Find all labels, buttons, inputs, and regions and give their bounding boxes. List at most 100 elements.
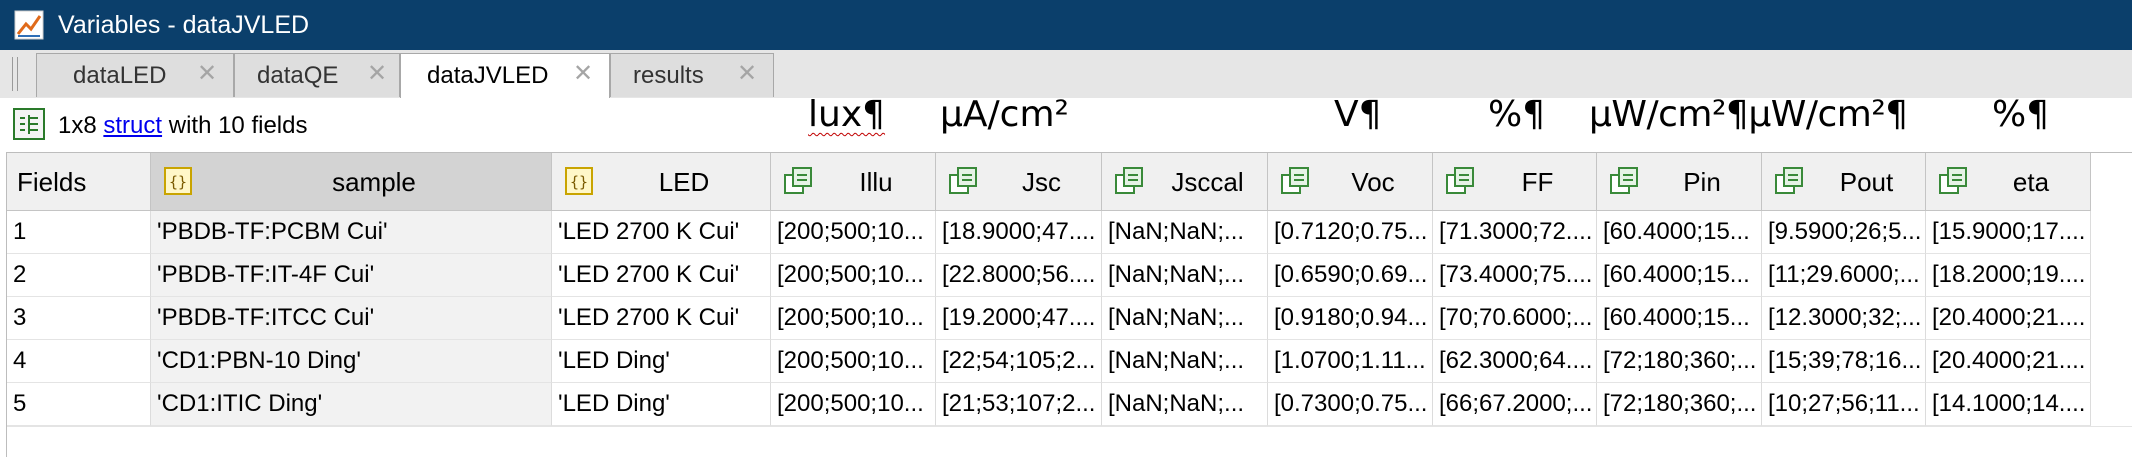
table-cell[interactable]: [200;500;10... bbox=[771, 383, 936, 426]
struct-info-icon[interactable] bbox=[13, 108, 45, 140]
table-cell[interactable]: [70;70.6000;... bbox=[1433, 297, 1597, 340]
tab-label: results bbox=[633, 62, 704, 89]
table-cell[interactable]: [21;53;107;2... bbox=[936, 383, 1102, 426]
column-header-jsccal[interactable]: Jsccal bbox=[1102, 153, 1268, 211]
table-cell[interactable]: [NaN;NaN;... bbox=[1102, 211, 1268, 254]
table-cell[interactable]: [200;500;10... bbox=[771, 211, 936, 254]
table-cell[interactable]: 3 bbox=[7, 297, 151, 340]
tab-strip-grip[interactable] bbox=[12, 57, 18, 91]
variables-editor-icon bbox=[14, 10, 44, 40]
column-header-label: FF bbox=[1521, 167, 1554, 197]
unit-label-illu: lux¶ bbox=[808, 94, 886, 135]
table-cell[interactable]: [20.4000;21.... bbox=[1926, 297, 2091, 340]
table-cell[interactable]: [14.1000;14.... bbox=[1926, 383, 2091, 426]
table-cell[interactable]: 'PBDB-TF:IT-4F Cui' bbox=[151, 254, 552, 297]
table-cell[interactable]: 'PBDB-TF:ITCC Cui' bbox=[151, 297, 552, 340]
column-header-pin[interactable]: Pin bbox=[1597, 153, 1762, 211]
table-cell[interactable]: 'PBDB-TF:PCBM Cui' bbox=[151, 211, 552, 254]
table-cell[interactable]: [72;180;360;... bbox=[1597, 383, 1762, 426]
table-cell[interactable]: 'CD1:ITIC Ding' bbox=[151, 383, 552, 426]
table-cell[interactable]: [NaN;NaN;... bbox=[1102, 254, 1268, 297]
table-cell[interactable]: 'LED Ding' bbox=[552, 340, 771, 383]
table-cell[interactable]: 'LED 2700 K Cui' bbox=[552, 254, 771, 297]
column-header-illu[interactable]: Illu bbox=[771, 153, 936, 211]
column-header-label: Jsc bbox=[1022, 167, 1061, 197]
tab-dataQE[interactable]: dataQE ✕ bbox=[234, 53, 400, 97]
struct-summary: 1x8 struct with 10 fields bbox=[58, 112, 307, 140]
column-header-jsc[interactable]: Jsc bbox=[936, 153, 1102, 211]
table-cell[interactable]: [60.4000;15... bbox=[1597, 211, 1762, 254]
unit-label-pin-pout: µW/cm²¶µW/cm²¶ bbox=[1589, 94, 1908, 135]
table-cell[interactable]: [72;180;360;... bbox=[1597, 340, 1762, 383]
tab-label: dataJVLED bbox=[427, 62, 549, 89]
column-header-voc[interactable]: Voc bbox=[1268, 153, 1433, 211]
table-cell[interactable]: [15;39;78;16... bbox=[1762, 340, 1926, 383]
tab-results[interactable]: results ✕ bbox=[610, 53, 774, 97]
table-cell[interactable]: [66;67.2000;... bbox=[1433, 383, 1597, 426]
column-header-fields[interactable]: Fields bbox=[7, 153, 151, 211]
table-cell[interactable]: [NaN;NaN;... bbox=[1102, 297, 1268, 340]
table-cell[interactable]: 1 bbox=[7, 211, 151, 254]
table-cell[interactable]: [18.9000;47.... bbox=[936, 211, 1102, 254]
column-header-label: Illu bbox=[859, 167, 893, 197]
unit-label-voc: V¶ bbox=[1334, 94, 1382, 135]
table-cell[interactable]: [19.2000;47.... bbox=[936, 297, 1102, 340]
column-header-pout[interactable]: Pout bbox=[1762, 153, 1926, 211]
close-icon[interactable]: ✕ bbox=[197, 60, 217, 88]
tab-dataLED[interactable]: dataLED ✕ bbox=[36, 53, 234, 97]
table-cell[interactable]: [NaN;NaN;... bbox=[1102, 340, 1268, 383]
table-cell[interactable]: [11;29.6000;... bbox=[1762, 254, 1926, 297]
unit-label-jsc: µA/cm² bbox=[940, 94, 1069, 135]
column-header-label: Voc bbox=[1351, 167, 1395, 197]
table-cell[interactable]: [200;500;10... bbox=[771, 297, 936, 340]
unit-label-eta: %¶ bbox=[1992, 94, 2050, 135]
table-cell[interactable]: [60.4000;15... bbox=[1597, 297, 1762, 340]
tab-label: dataLED bbox=[73, 62, 167, 89]
table-cell[interactable]: 'CD1:PBN-10 Ding' bbox=[151, 340, 552, 383]
table-cell[interactable]: [73.4000;75.... bbox=[1433, 254, 1597, 297]
table-cell[interactable]: 'LED 2700 K Cui' bbox=[552, 297, 771, 340]
table-cell[interactable]: [0.9180;0.94... bbox=[1268, 297, 1433, 340]
table-cell[interactable]: 2 bbox=[7, 254, 151, 297]
column-header-ff[interactable]: FF bbox=[1433, 153, 1597, 211]
struct-link[interactable]: struct bbox=[103, 112, 162, 139]
struct-fields-label: with 10 fields bbox=[162, 112, 308, 139]
close-icon[interactable]: ✕ bbox=[367, 60, 387, 88]
column-header-label: eta bbox=[2012, 167, 2050, 197]
table-cell[interactable]: [10;27;56;11... bbox=[1762, 383, 1926, 426]
table-row-partial[interactable] bbox=[7, 426, 2132, 457]
table-cell[interactable]: 5 bbox=[7, 383, 151, 426]
table-cell[interactable]: [200;500;10... bbox=[771, 340, 936, 383]
column-header-label: sample bbox=[332, 167, 416, 197]
column-header-label: Jsccal bbox=[1171, 167, 1244, 197]
table-cell[interactable]: [0.6590;0.69... bbox=[1268, 254, 1433, 297]
table-cell[interactable]: 'LED 2700 K Cui' bbox=[552, 211, 771, 254]
variable-table[interactable]: Fields {} sample{} LED Illu Jsc Jsccal Voc FF Pin… bbox=[6, 152, 2132, 457]
column-header-led[interactable]: {} LED bbox=[552, 153, 771, 211]
table-cell[interactable]: 'LED Ding' bbox=[552, 383, 771, 426]
table-cell[interactable]: [18.2000;19.... bbox=[1926, 254, 2091, 297]
table-cell[interactable]: [0.7300;0.75... bbox=[1268, 383, 1433, 426]
table-cell[interactable]: [0.7120;0.75... bbox=[1268, 211, 1433, 254]
table-cell[interactable]: [20.4000;21.... bbox=[1926, 340, 2091, 383]
table-cell[interactable]: [12.3000;32;... bbox=[1762, 297, 1926, 340]
close-icon[interactable]: ✕ bbox=[737, 60, 757, 88]
table-cell[interactable]: [15.9000;17.... bbox=[1926, 211, 2091, 254]
table-cell[interactable]: [22;54;105;2... bbox=[936, 340, 1102, 383]
table-cell[interactable]: [62.3000;64.... bbox=[1433, 340, 1597, 383]
column-header-sample[interactable]: {} sample bbox=[151, 153, 552, 211]
table-cell[interactable]: [200;500;10... bbox=[771, 254, 936, 297]
unit-label-ff: %¶ bbox=[1488, 94, 1546, 135]
tab-label: dataQE bbox=[257, 62, 339, 89]
table-cell[interactable]: [9.5900;26;5... bbox=[1762, 211, 1926, 254]
column-header-eta[interactable]: eta bbox=[1926, 153, 2091, 211]
window-title: Variables - dataJVLED bbox=[58, 11, 310, 39]
table-cell[interactable]: [NaN;NaN;... bbox=[1102, 383, 1268, 426]
table-cell[interactable]: [71.3000;72.... bbox=[1433, 211, 1597, 254]
table-cell[interactable]: [1.0700;1.11... bbox=[1268, 340, 1433, 383]
tab-dataJVLED[interactable]: dataJVLED ✕ bbox=[400, 53, 610, 100]
table-cell[interactable]: [60.4000;15... bbox=[1597, 254, 1762, 297]
table-cell[interactable]: [22.8000;56.... bbox=[936, 254, 1102, 297]
close-icon[interactable]: ✕ bbox=[573, 60, 593, 88]
table-cell[interactable]: 4 bbox=[7, 340, 151, 383]
